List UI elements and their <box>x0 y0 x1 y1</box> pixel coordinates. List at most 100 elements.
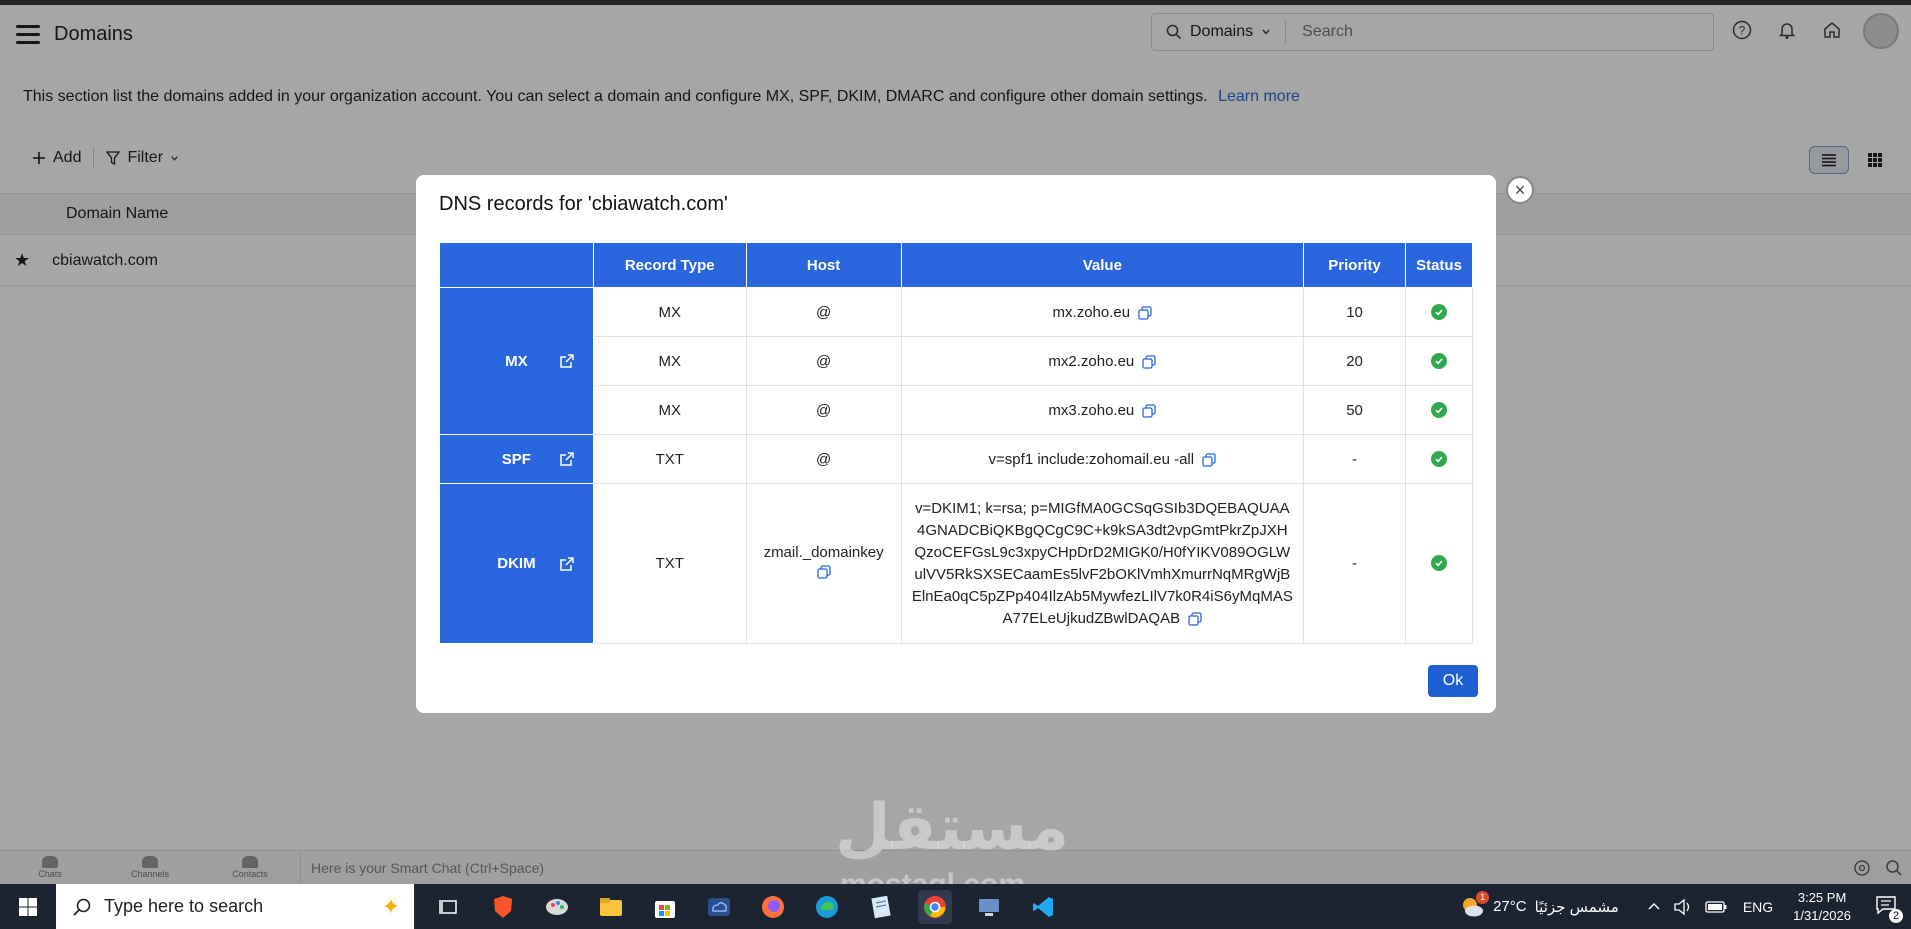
header-host: Host <box>745 242 902 288</box>
status-cell <box>1405 483 1473 644</box>
chevron-up-icon[interactable] <box>1647 900 1661 914</box>
copy-icon[interactable] <box>1188 611 1202 626</box>
windows-taskbar: Type here to search ✦ 1 27°C مشمس جزئيًا… <box>0 884 1911 929</box>
taskbar-search-box[interactable]: Type here to search ✦ <box>56 884 414 929</box>
copy-icon[interactable] <box>1142 354 1156 369</box>
value-cell: mx.zoho.eu <box>900 287 1305 337</box>
value-cell: mx3.zoho.eu <box>900 385 1305 435</box>
host-text: zmail._domainkey <box>763 544 884 561</box>
remote-desktop-icon[interactable] <box>972 890 1006 924</box>
group-mx-label: MX <box>505 352 528 370</box>
taskbar-search-text: Type here to search <box>104 896 264 916</box>
copy-icon[interactable] <box>1202 452 1216 467</box>
table-row: MX @ mx3.zoho.eu 50 <box>440 385 1473 435</box>
check-icon <box>1431 555 1447 571</box>
record-type-cell: MX <box>592 287 747 337</box>
close-icon[interactable]: × <box>1506 176 1534 204</box>
group-spf: SPF <box>439 434 594 484</box>
header-priority: Priority <box>1303 242 1406 288</box>
ok-button[interactable]: Ok <box>1428 665 1478 697</box>
table-row: SPF TXT @ v=spf1 include:zohomail.eu -al… <box>439 434 1473 484</box>
external-link-icon[interactable] <box>559 451 575 467</box>
clock-time: 3:25 PM <box>1797 889 1847 905</box>
host-cell: @ <box>745 336 902 386</box>
header-status: Status <box>1405 242 1473 288</box>
copy-icon[interactable] <box>1138 305 1152 320</box>
system-tray: 1 27°C مشمس جزئيًا ENG 3:25 PM 1/31/2026… <box>1459 884 1911 929</box>
header-group <box>439 242 594 288</box>
task-view-icon[interactable] <box>432 890 466 924</box>
language-indicator[interactable]: ENG <box>1743 899 1773 915</box>
notepad-icon[interactable] <box>864 890 898 924</box>
value-text: mx.zoho.eu <box>1052 303 1131 321</box>
priority-cell: - <box>1303 483 1406 644</box>
cloud-app-icon[interactable] <box>702 890 736 924</box>
value-text: mx2.zoho.eu <box>1048 352 1135 370</box>
notification-center-icon[interactable]: 2 <box>1875 895 1903 923</box>
external-link-icon[interactable] <box>559 353 575 369</box>
group-dkim: DKIM <box>439 483 594 644</box>
weather-temperature: 27°C <box>1493 898 1527 915</box>
record-type-cell: TXT <box>592 434 747 484</box>
clock-date: 1/31/2026 <box>1793 907 1851 923</box>
notification-count: 2 <box>1889 908 1903 923</box>
watermark-logo: مستقل <box>835 791 1070 863</box>
value-cell: v=spf1 include:zohomail.eu -all <box>900 434 1305 484</box>
record-type-cell: MX <box>592 336 747 386</box>
value-text: v=DKIM1; k=rsa; p=MIGfMA0GCSqGSIb3DQEBAQ… <box>911 499 1293 627</box>
table-row: MX @ mx2.zoho.eu 20 <box>440 336 1473 386</box>
table-row: DKIM TXT zmail._domainkey v=DKIM1; k=rsa… <box>439 483 1473 644</box>
weather-widget[interactable]: 1 27°C مشمس جزئيًا <box>1459 890 1619 919</box>
priority-cell: 50 <box>1303 385 1406 435</box>
brave-browser-icon[interactable] <box>486 890 520 924</box>
clock[interactable]: 3:25 PM 1/31/2026 <box>1793 889 1851 925</box>
windows-logo-icon <box>19 897 37 916</box>
status-cell <box>1405 385 1473 435</box>
record-type-cell: MX <box>592 385 747 435</box>
paint-app-icon[interactable] <box>540 890 574 924</box>
status-cell <box>1405 336 1473 386</box>
dns-records-dialog: DNS records for 'cbiawatch.com' Record T… <box>416 175 1496 713</box>
record-type-cell: TXT <box>592 483 747 644</box>
volume-icon[interactable] <box>1673 898 1693 916</box>
copy-icon[interactable] <box>1142 403 1156 418</box>
status-cell <box>1405 434 1473 484</box>
priority-cell: 10 <box>1303 287 1406 337</box>
dialog-title: DNS records for 'cbiawatch.com' <box>439 193 728 215</box>
weather-description: مشمس جزئيًا <box>1534 898 1619 916</box>
header-record-type: Record Type <box>592 242 747 288</box>
copy-icon[interactable] <box>816 565 831 579</box>
vscode-icon[interactable] <box>1026 890 1060 924</box>
table-row: MX MX @ mx.zoho.eu 10 <box>439 287 1473 435</box>
microsoft-store-icon[interactable] <box>648 890 682 924</box>
check-icon <box>1431 401 1447 418</box>
host-cell: @ <box>745 434 902 484</box>
chrome-browser-icon[interactable] <box>918 889 952 924</box>
value-cell: mx2.zoho.eu <box>900 336 1305 386</box>
firefox-icon[interactable] <box>756 890 790 924</box>
header-value: Value <box>900 242 1305 288</box>
weather-icon: 1 <box>1459 890 1490 919</box>
host-cell: zmail._domainkey <box>745 483 902 644</box>
check-icon <box>1431 352 1447 369</box>
status-cell <box>1405 287 1473 337</box>
external-link-icon[interactable] <box>559 556 575 572</box>
priority-cell: - <box>1303 434 1406 484</box>
host-cell: @ <box>745 385 902 435</box>
copilot-sparkle-icon: ✦ <box>381 893 400 919</box>
weather-badge: 1 <box>1476 890 1490 904</box>
dns-records-table: Record Type Host Value Priority Status M… <box>439 242 1473 644</box>
group-mx: MX <box>439 287 594 435</box>
windows-start-button[interactable] <box>0 884 56 929</box>
search-icon <box>73 898 91 916</box>
check-icon <box>1431 303 1447 320</box>
value-text: mx3.zoho.eu <box>1048 401 1135 419</box>
group-dkim-label: DKIM <box>497 555 536 572</box>
battery-icon[interactable] <box>1705 900 1727 914</box>
value-text: v=spf1 include:zohomail.eu -all <box>988 450 1195 468</box>
edge-browser-icon[interactable] <box>810 890 844 924</box>
priority-cell: 20 <box>1303 336 1406 386</box>
check-icon <box>1431 450 1447 467</box>
group-spf-label: SPF <box>501 450 531 468</box>
file-explorer-icon[interactable] <box>594 890 628 924</box>
